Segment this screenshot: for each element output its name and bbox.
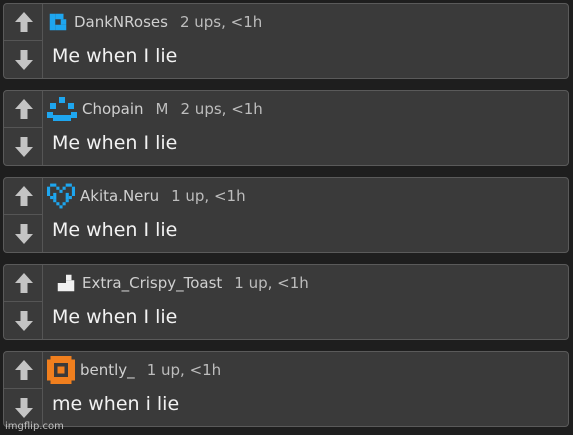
upvote-meta: 2 ups, <1h [179, 13, 263, 31]
vote-column [4, 265, 43, 339]
watermark: imgflip.com [5, 421, 64, 432]
arrow-up-icon [14, 360, 33, 380]
arrow-up-icon [14, 273, 33, 293]
comment-text: Me when I lie [52, 306, 178, 328]
comment-text: Me when I lie [52, 219, 178, 241]
upvote-meta: 1 up, <1h [234, 274, 309, 292]
vote-column [4, 4, 43, 78]
downvote-button[interactable] [4, 41, 43, 78]
white-pixel-step-icon[interactable] [55, 272, 77, 294]
downvote-button[interactable] [4, 302, 43, 339]
arrow-down-icon [14, 397, 33, 418]
comment-header: Chopain M 2 ups, <1h [47, 97, 263, 121]
username-link[interactable]: DankNRoses [74, 13, 168, 31]
arrow-down-icon [14, 223, 33, 244]
arrow-down-icon [14, 136, 33, 157]
username-link[interactable]: bently_ [80, 361, 135, 379]
comment-text: me when i lie [52, 393, 180, 415]
comment-card: Extra_Crispy_Toast 1 up, <1h Me when I l… [3, 264, 569, 340]
comment-header: bently_ 1 up, <1h [47, 356, 222, 384]
vote-column [4, 178, 43, 252]
comment-header: Akita.Neru 1 up, <1h [47, 183, 246, 209]
blue-pixel-square-icon[interactable] [47, 11, 69, 33]
comment-card: DankNRoses 2 ups, <1h Me when I lie [3, 3, 569, 79]
downvote-button[interactable] [4, 215, 43, 252]
username-link[interactable]: Akita.Neru [80, 187, 159, 205]
comment-card: Chopain M 2 ups, <1h Me when I lie [3, 90, 569, 166]
upvote-button[interactable] [4, 4, 43, 41]
comment-card: bently_ 1 up, <1h me when i lie [3, 351, 569, 427]
username-link[interactable]: Chopain [82, 100, 144, 118]
upvote-meta: 2 ups, <1h [180, 100, 263, 118]
orange-pixel-ring-icon[interactable] [47, 356, 75, 384]
arrow-up-icon [14, 12, 33, 32]
upvote-button[interactable] [4, 352, 43, 389]
arrow-up-icon [14, 99, 33, 119]
upvote-meta: 1 up, <1h [146, 361, 222, 379]
comment-header: DankNRoses 2 ups, <1h [47, 10, 262, 34]
username-link[interactable]: Extra_Crispy_Toast [82, 274, 222, 292]
downvote-button[interactable] [4, 128, 43, 165]
arrow-down-icon [14, 310, 33, 331]
upvote-button[interactable] [4, 91, 43, 128]
blue-pixel-heart-icon[interactable] [47, 183, 75, 209]
comment-text: Me when I lie [52, 132, 178, 154]
upvote-button[interactable] [4, 265, 43, 302]
arrow-down-icon [14, 49, 33, 70]
user-badge: M [155, 100, 169, 118]
arrow-up-icon [14, 186, 33, 206]
vote-column [4, 91, 43, 165]
vote-column [4, 352, 43, 426]
upvote-meta: 1 up, <1h [171, 187, 246, 205]
comment-header: Extra_Crispy_Toast 1 up, <1h [47, 271, 309, 295]
comment-card: Akita.Neru 1 up, <1h Me when I lie [3, 177, 569, 253]
comment-text: Me when I lie [52, 45, 178, 67]
blue-pixel-smiley-icon[interactable] [47, 97, 77, 121]
upvote-button[interactable] [4, 178, 43, 215]
